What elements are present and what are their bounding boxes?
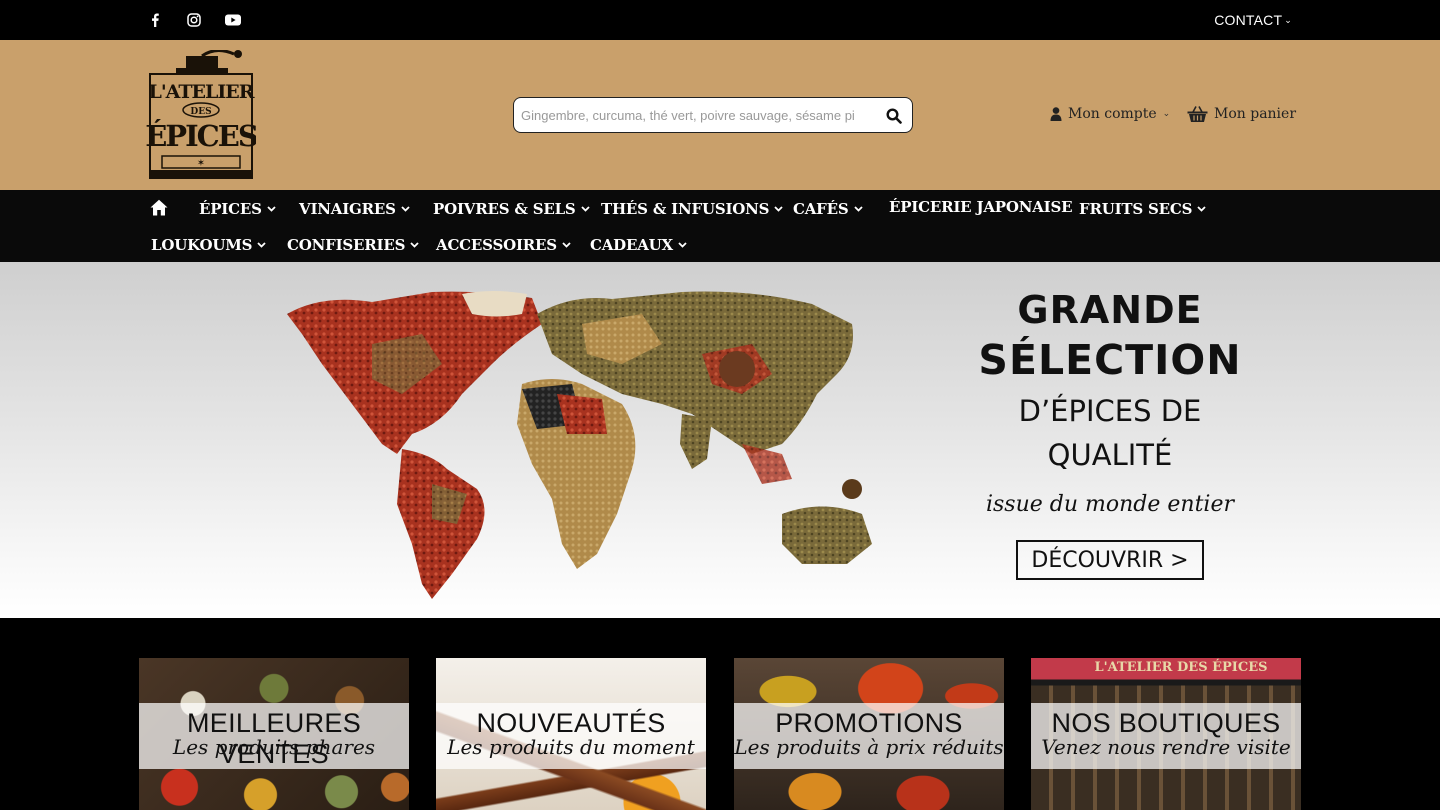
site-header: L'ATELIER DES ÉPICES ✶ Mon compte ⌄ Mon … [0,40,1440,190]
chevron-down-icon [774,198,783,216]
banner-line-3: D’ÉPICES DE [1018,394,1202,428]
basket-icon [1187,106,1208,122]
nav-item-vinaigres[interactable]: VINAIGRES [299,198,410,218]
site-logo[interactable]: L'ATELIER DES ÉPICES ✶ [145,49,260,180]
nav-item-loukoums[interactable]: LOUKOUMS [151,234,266,254]
svg-text:✶: ✶ [197,158,205,169]
chevron-down-icon [853,198,863,216]
chevron-down-icon [257,234,266,252]
category-tiles: MEILLEURES VENTES Les produits phares NO… [0,618,1440,810]
banner-line-4: QUALITÉ [1047,438,1173,472]
tile-subtitle: Les produits phares [172,735,376,759]
svg-text:DES: DES [190,107,211,117]
home-icon[interactable] [150,199,168,217]
cart-link[interactable]: Mon panier [1187,105,1296,123]
account-menu[interactable]: Mon compte ⌄ [1050,106,1170,122]
nav-item-poivres-sels[interactable]: POIVRES & SELS [433,198,590,218]
tile-subtitle: Les produits du moment [447,735,695,759]
chevron-down-icon [580,198,590,216]
nav-label: CAFÉS [793,200,849,218]
tile-new-products[interactable]: NOUVEAUTÉS Les produits du moment [436,658,706,810]
banner-tagline: issue du monde entier [985,492,1234,517]
nav-label: CONFISERIES [287,236,406,254]
chevron-down-icon [401,198,410,216]
cart-label: Mon panier [1214,106,1297,122]
tile-subtitle: Les produits à prix réduits [734,735,1004,759]
user-icon [1050,107,1062,121]
svg-text:ÉPICES: ÉPICES [146,118,256,153]
spice-world-map-image [287,291,872,599]
instagram-icon[interactable] [184,10,204,30]
chevron-down-icon [678,234,687,252]
nav-label: ACCESSOIRES [436,236,557,254]
facebook-icon[interactable] [145,10,165,30]
nav-item-confiseries[interactable]: CONFISERIES [287,234,419,254]
shop-sign: L'ATELIER DES ÉPICES [1094,660,1268,675]
tile-best-sellers[interactable]: MEILLEURES VENTES Les produits phares [139,658,409,810]
nav-item-fruits-secs[interactable]: FRUITS SECS [1079,198,1206,218]
contact-menu[interactable]: CONTACT ⌄ [1214,12,1292,28]
nav-item-epicerie-japonaise[interactable]: ÉPICERIE JAPONAISE [889,198,1073,216]
nav-label: ÉPICES [199,200,262,218]
nav-label: LOUKOUMS [151,236,253,254]
nav-item-thes-infusions[interactable]: THÉS & INFUSIONS [601,198,783,218]
discover-button[interactable]: DÉCOUVRIR > [1016,540,1204,580]
banner-line-1: GRANDE [1017,288,1203,332]
banner-line-2: SÉLECTION [978,336,1242,384]
search-icon[interactable] [884,106,904,126]
hero-banner[interactable]: GRANDE SÉLECTION D’ÉPICES DE QUALITÉ iss… [0,262,1440,618]
contact-label: CONTACT [1214,12,1283,28]
search-input[interactable] [514,98,876,132]
chevron-down-icon [562,234,571,252]
tile-promotions[interactable]: PROMOTIONS Les produits à prix réduits [734,658,1004,810]
chevron-down-icon [410,234,419,252]
svg-text:L'ATELIER: L'ATELIER [148,81,254,103]
search-bar [513,97,913,133]
nav-item-cafes[interactable]: CAFÉS [793,198,863,218]
nav-label: ÉPICERIE JAPONAISE [889,198,1073,216]
chevron-down-icon [267,198,276,216]
nav-label: POIVRES & SELS [433,200,576,218]
chevron-down-icon: ⌄ [1162,109,1171,119]
nav-item-cadeaux[interactable]: CADEAUX [590,234,687,254]
tile-subtitle: Venez nous rendre visite [1041,735,1291,759]
nav-label: THÉS & INFUSIONS [601,200,770,218]
nav-label: FRUITS SECS [1079,200,1193,218]
nav-label: VINAIGRES [299,200,396,218]
tile-our-shops[interactable]: L'ATELIER DES ÉPICES NOS BOUTIQUES Venez… [1031,658,1301,810]
chevron-down-icon [1197,198,1206,216]
nav-label: CADEAUX [590,236,673,254]
chevron-down-icon: ⌄ [1284,15,1292,25]
youtube-icon[interactable] [223,10,243,30]
account-label: Mon compte [1068,106,1157,122]
nav-item-accessoires[interactable]: ACCESSOIRES [436,234,571,254]
top-bar: CONTACT ⌄ [0,0,1440,40]
nav-item-epices[interactable]: ÉPICES [199,198,276,218]
